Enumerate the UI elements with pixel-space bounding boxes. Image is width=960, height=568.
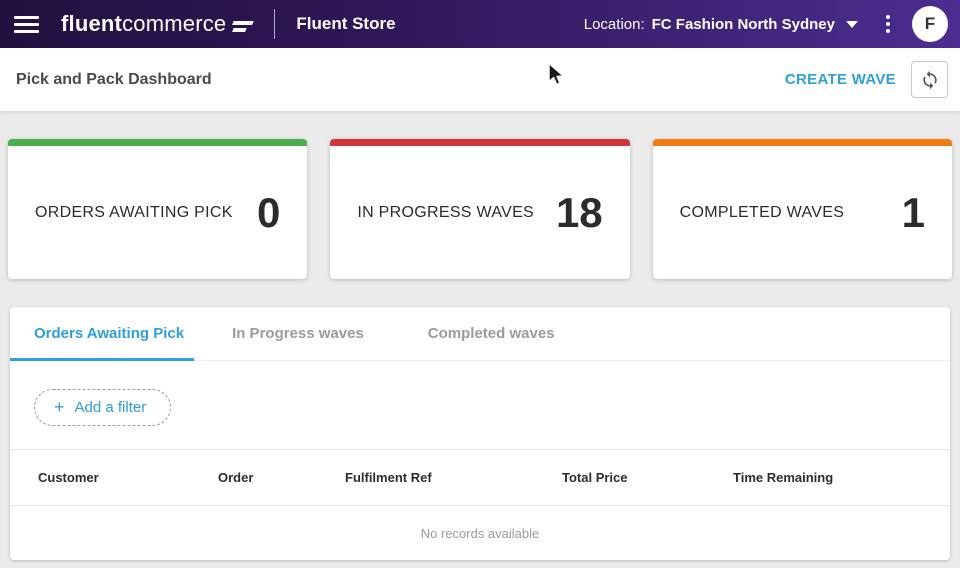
stat-cards-row: ORDERS AWAITING PICK 0 IN PROGRESS WAVES… (0, 112, 960, 279)
refresh-icon (922, 70, 937, 89)
filter-row: + Add a filter (10, 361, 950, 449)
fluentcommerce-logo: fluent commerce (61, 11, 255, 37)
top-navbar: fluent commerce Fluent Store Location: FC… (0, 0, 960, 48)
column-header-time-remaining: Time Remaining (733, 470, 834, 485)
card-value: 1 (901, 188, 925, 236)
plus-icon: + (54, 397, 65, 417)
add-filter-label: Add a filter (74, 398, 147, 416)
card-accent-red (330, 139, 630, 146)
table-header-row: Customer Order Fulfilment Ref Total Pric… (10, 449, 950, 505)
logo-text-bold: fluent (61, 11, 123, 36)
logo-bars-icon (232, 21, 255, 31)
column-header-fulfilment-ref: Fulfilment Ref (345, 470, 432, 485)
navbar-left: fluent commerce Fluent Store (14, 9, 396, 39)
card-in-progress-waves: IN PROGRESS WAVES 18 (330, 139, 630, 279)
hamburger-menu-icon[interactable] (14, 15, 39, 33)
card-value: 18 (555, 188, 603, 236)
tab-completed-waves[interactable]: Completed waves (402, 307, 581, 360)
chevron-down-icon (846, 20, 858, 28)
card-value: 0 (256, 188, 281, 236)
tab-orders-awaiting-pick[interactable]: Orders Awaiting Pick (10, 307, 195, 361)
page-title: Pick and Pack Dashboard (16, 70, 212, 88)
header-actions: CREATE WAVE (785, 61, 948, 98)
column-header-customer: Customer (38, 470, 99, 485)
card-label: ORDERS AWAITING PICK (35, 203, 233, 221)
card-label: IN PROGRESS WAVES (357, 203, 535, 221)
card-completed-waves: COMPLETED WAVES 1 (652, 139, 952, 279)
kebab-menu-icon[interactable] (884, 11, 892, 37)
page-header: Pick and Pack Dashboard CREATE WAVE (0, 48, 960, 112)
tab-bar: Orders Awaiting Pick In Progress waves C… (10, 307, 950, 361)
tab-in-progress-waves[interactable]: In Progress waves (206, 307, 390, 360)
empty-state-message: No records available (420, 525, 540, 541)
add-filter-button[interactable]: + Add a filter (34, 389, 172, 426)
empty-state-row: No records available (10, 505, 950, 560)
column-header-total-price: Total Price (562, 470, 628, 485)
location-value: FC Fashion North Sydney (651, 15, 835, 33)
card-accent-green (8, 139, 308, 146)
card-orders-awaiting-pick: ORDERS AWAITING PICK 0 (8, 139, 308, 279)
navbar-right: Location: FC Fashion North Sydney F (584, 6, 948, 42)
avatar[interactable]: F (912, 6, 948, 42)
location-label: Location: (583, 15, 645, 33)
card-accent-orange (652, 139, 952, 146)
navbar-divider (274, 9, 276, 39)
create-wave-button[interactable]: CREATE WAVE (785, 71, 896, 88)
logo-text-light: commerce (122, 11, 227, 36)
refresh-button[interactable] (911, 61, 948, 98)
column-header-order: Order (218, 470, 254, 485)
orders-panel: Orders Awaiting Pick In Progress waves C… (10, 307, 950, 560)
card-label: COMPLETED WAVES (679, 203, 845, 221)
app-title: Fluent Store (296, 14, 396, 33)
location-selector[interactable]: Location: FC Fashion North Sydney (584, 16, 858, 33)
